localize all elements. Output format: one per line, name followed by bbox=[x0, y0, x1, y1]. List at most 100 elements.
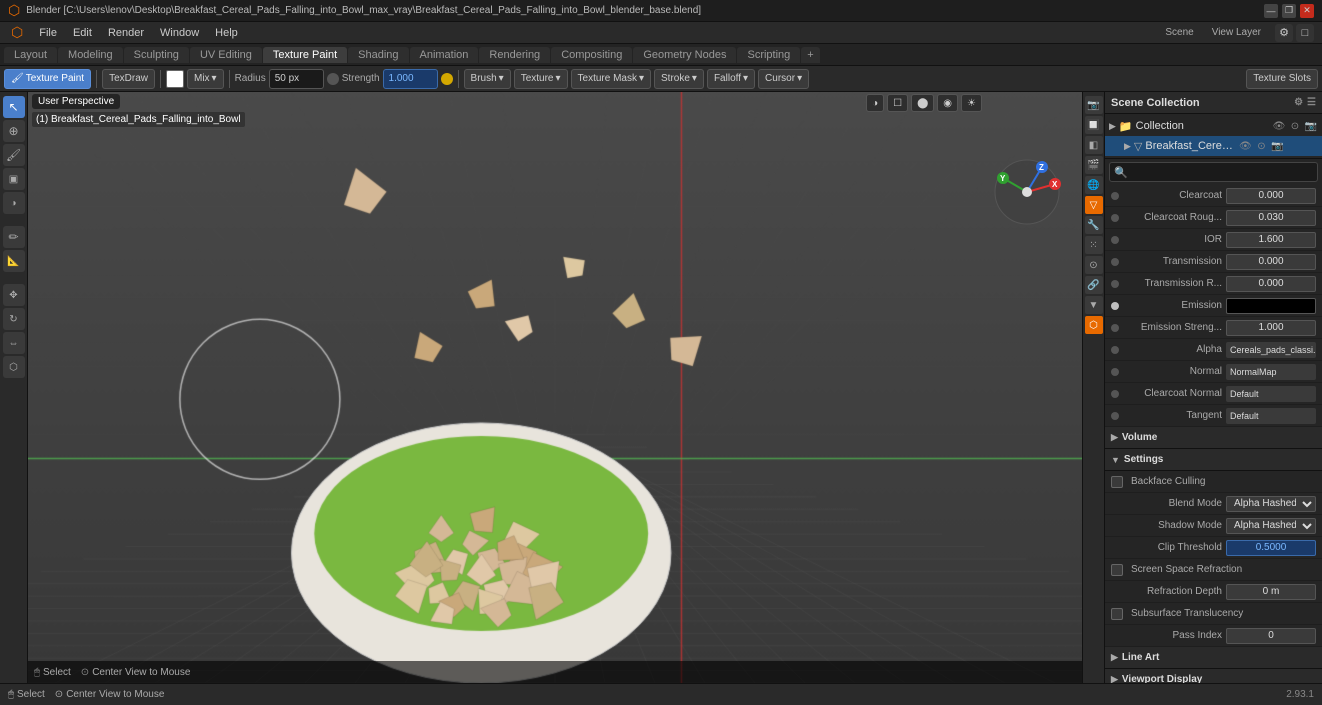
tool-brush[interactable]: 🖌 bbox=[3, 144, 25, 166]
tab-animation[interactable]: Animation bbox=[410, 47, 479, 63]
section-volume[interactable]: ▶ Volume bbox=[1105, 427, 1322, 449]
tab-shading[interactable]: Shading bbox=[348, 47, 408, 63]
status-select[interactable]: 🖱 Select bbox=[8, 689, 45, 700]
blender-logo-menu[interactable]: ⬡ bbox=[4, 22, 30, 43]
mode-texture-paint[interactable]: 🖌Texture Paint bbox=[4, 69, 91, 89]
section-line-art[interactable]: ▶ Line Art bbox=[1105, 647, 1322, 669]
tool-select[interactable]: ↖ bbox=[3, 96, 25, 118]
tool-cursor[interactable]: ⊕ bbox=[3, 120, 25, 142]
tree-sel-btn[interactable]: ⊙ bbox=[1288, 119, 1302, 133]
tool-fill[interactable]: ▣ bbox=[3, 168, 25, 190]
tool-move[interactable]: ✥ bbox=[3, 284, 25, 306]
strength-value[interactable]: 1.000 bbox=[383, 69, 438, 89]
brush-btn[interactable]: Brush▾ bbox=[464, 69, 511, 89]
props-search-bar[interactable]: 🔍 bbox=[1109, 162, 1318, 182]
tab-modeling[interactable]: Modeling bbox=[58, 47, 123, 63]
clearcoat-value[interactable]: 0.000 bbox=[1226, 188, 1316, 204]
outliner-filter2[interactable]: ☰ bbox=[1307, 97, 1316, 108]
emission-dot[interactable] bbox=[1111, 302, 1119, 310]
tab-texture-paint[interactable]: Texture Paint bbox=[263, 47, 347, 63]
tool-annotate[interactable]: ✏ bbox=[3, 226, 25, 248]
menu-window[interactable]: Window bbox=[153, 25, 206, 41]
refraction-depth-value[interactable]: 0 m bbox=[1226, 584, 1316, 600]
tab-layout[interactable]: Layout bbox=[4, 47, 57, 63]
search-input[interactable] bbox=[1131, 167, 1313, 178]
normal-dot[interactable] bbox=[1111, 368, 1119, 376]
view-rendered[interactable]: ☀ bbox=[961, 94, 982, 112]
tree-vis-btn[interactable]: 👁 bbox=[1272, 119, 1286, 133]
outliner-filter[interactable]: ⚙ bbox=[1294, 97, 1303, 108]
perspective-label[interactable]: User Perspective bbox=[32, 94, 120, 109]
texture-slots-btn[interactable]: Texture Slots bbox=[1246, 69, 1318, 89]
ior-value[interactable]: 1.600 bbox=[1226, 232, 1316, 248]
alpha-dot[interactable] bbox=[1111, 346, 1119, 354]
tab-sculpting[interactable]: Sculpting bbox=[124, 47, 189, 63]
tree-collection[interactable]: ▶ 📁 Collection 👁 ⊙ 📷 bbox=[1105, 116, 1322, 136]
section-viewport-display[interactable]: ▶ Viewport Display bbox=[1105, 669, 1322, 683]
tree-render-btn[interactable]: 📷 bbox=[1304, 119, 1318, 133]
radius-dot[interactable] bbox=[327, 73, 339, 85]
texture-btn[interactable]: Texture▾ bbox=[514, 69, 568, 89]
view-solid[interactable]: ⬤ bbox=[911, 94, 934, 112]
clip-threshold-value[interactable]: 0.5000 bbox=[1226, 540, 1316, 556]
tangent-dot[interactable] bbox=[1111, 412, 1119, 420]
transmission-r-dot[interactable] bbox=[1111, 280, 1119, 288]
strength-dot[interactable] bbox=[441, 73, 453, 85]
clearcoat-rough-dot[interactable] bbox=[1111, 214, 1119, 222]
tab-scripting[interactable]: Scripting bbox=[737, 47, 800, 63]
transmission-dot[interactable] bbox=[1111, 258, 1119, 266]
tab-rendering[interactable]: Rendering bbox=[479, 47, 550, 63]
tree-obj-sel-btn[interactable]: ⊙ bbox=[1254, 139, 1268, 153]
normal-value[interactable]: NormalMap bbox=[1226, 364, 1316, 380]
gizmo[interactable]: Z X Y bbox=[987, 152, 1067, 232]
sst-checkbox[interactable] bbox=[1111, 608, 1123, 620]
vp-select[interactable]: 🖱 Select bbox=[34, 667, 71, 678]
texture-mask-btn[interactable]: Texture Mask▾ bbox=[571, 69, 652, 89]
view-layer[interactable]: View Layer bbox=[1204, 27, 1269, 38]
xray-toggle[interactable]: ☐ bbox=[887, 94, 908, 112]
clearcoat-dot[interactable] bbox=[1111, 192, 1119, 200]
props-particles-icon[interactable]: ⁙ bbox=[1085, 236, 1103, 254]
transmission-value[interactable]: 0.000 bbox=[1226, 254, 1316, 270]
clearcoat-rough-value[interactable]: 0.030 bbox=[1226, 210, 1316, 226]
tool-texdraw[interactable]: TexDraw bbox=[102, 69, 155, 89]
emission-strength-value[interactable]: 1.000 bbox=[1226, 320, 1316, 336]
tree-obj-vis-btn[interactable]: 👁 bbox=[1238, 139, 1252, 153]
props-constraints-icon[interactable]: 🔗 bbox=[1085, 276, 1103, 294]
ior-dot[interactable] bbox=[1111, 236, 1119, 244]
menu-render[interactable]: Render bbox=[101, 25, 151, 41]
section-settings[interactable]: ▼ Settings bbox=[1105, 449, 1322, 471]
backface-culling-checkbox[interactable] bbox=[1111, 476, 1123, 488]
maximize-button[interactable]: ❐ bbox=[1282, 4, 1296, 18]
blend-mode-select[interactable]: Mix ▾ bbox=[187, 69, 224, 89]
props-scene-icon[interactable]: 🎬 bbox=[1085, 156, 1103, 174]
tree-obj-render-btn[interactable]: 📷 bbox=[1270, 139, 1284, 153]
props-data-icon[interactable]: ▼ bbox=[1085, 296, 1103, 314]
props-view-layer-icon[interactable]: ◧ bbox=[1085, 136, 1103, 154]
status-center[interactable]: ⊙ Center View to Mouse bbox=[55, 689, 165, 700]
engine-icon[interactable]: ⚙ bbox=[1275, 24, 1293, 42]
close-button[interactable]: ✕ bbox=[1300, 4, 1314, 18]
menu-help[interactable]: Help bbox=[208, 25, 245, 41]
brush-color-swatch[interactable] bbox=[166, 70, 184, 88]
tool-transform[interactable]: ⬡ bbox=[3, 356, 25, 378]
stroke-btn[interactable]: Stroke▾ bbox=[654, 69, 704, 89]
tool-gradient[interactable]: ◑ bbox=[3, 192, 25, 214]
props-render-icon[interactable]: 📷 bbox=[1085, 96, 1103, 114]
props-world-icon[interactable]: 🌐 bbox=[1085, 176, 1103, 194]
radius-value[interactable]: 50 px bbox=[269, 69, 324, 89]
ssr-checkbox[interactable] bbox=[1111, 564, 1123, 576]
tool-rotate[interactable]: ↻ bbox=[3, 308, 25, 330]
tab-add[interactable]: + bbox=[801, 47, 819, 63]
transmission-r-value[interactable]: 0.000 bbox=[1226, 276, 1316, 292]
tangent-value[interactable]: Default bbox=[1226, 408, 1316, 424]
active-scene[interactable]: Scene bbox=[1157, 27, 1201, 38]
tab-uv-editing[interactable]: UV Editing bbox=[190, 47, 262, 63]
falloff-btn[interactable]: Falloff▾ bbox=[707, 69, 755, 89]
props-physics-icon[interactable]: ⊙ bbox=[1085, 256, 1103, 274]
overlay-toggle[interactable]: ◑ bbox=[866, 94, 884, 112]
tab-compositing[interactable]: Compositing bbox=[551, 47, 632, 63]
alpha-value[interactable]: Cereals_pads_classi... bbox=[1226, 342, 1316, 358]
menu-edit[interactable]: Edit bbox=[66, 25, 99, 41]
emission-strength-dot[interactable] bbox=[1111, 324, 1119, 332]
